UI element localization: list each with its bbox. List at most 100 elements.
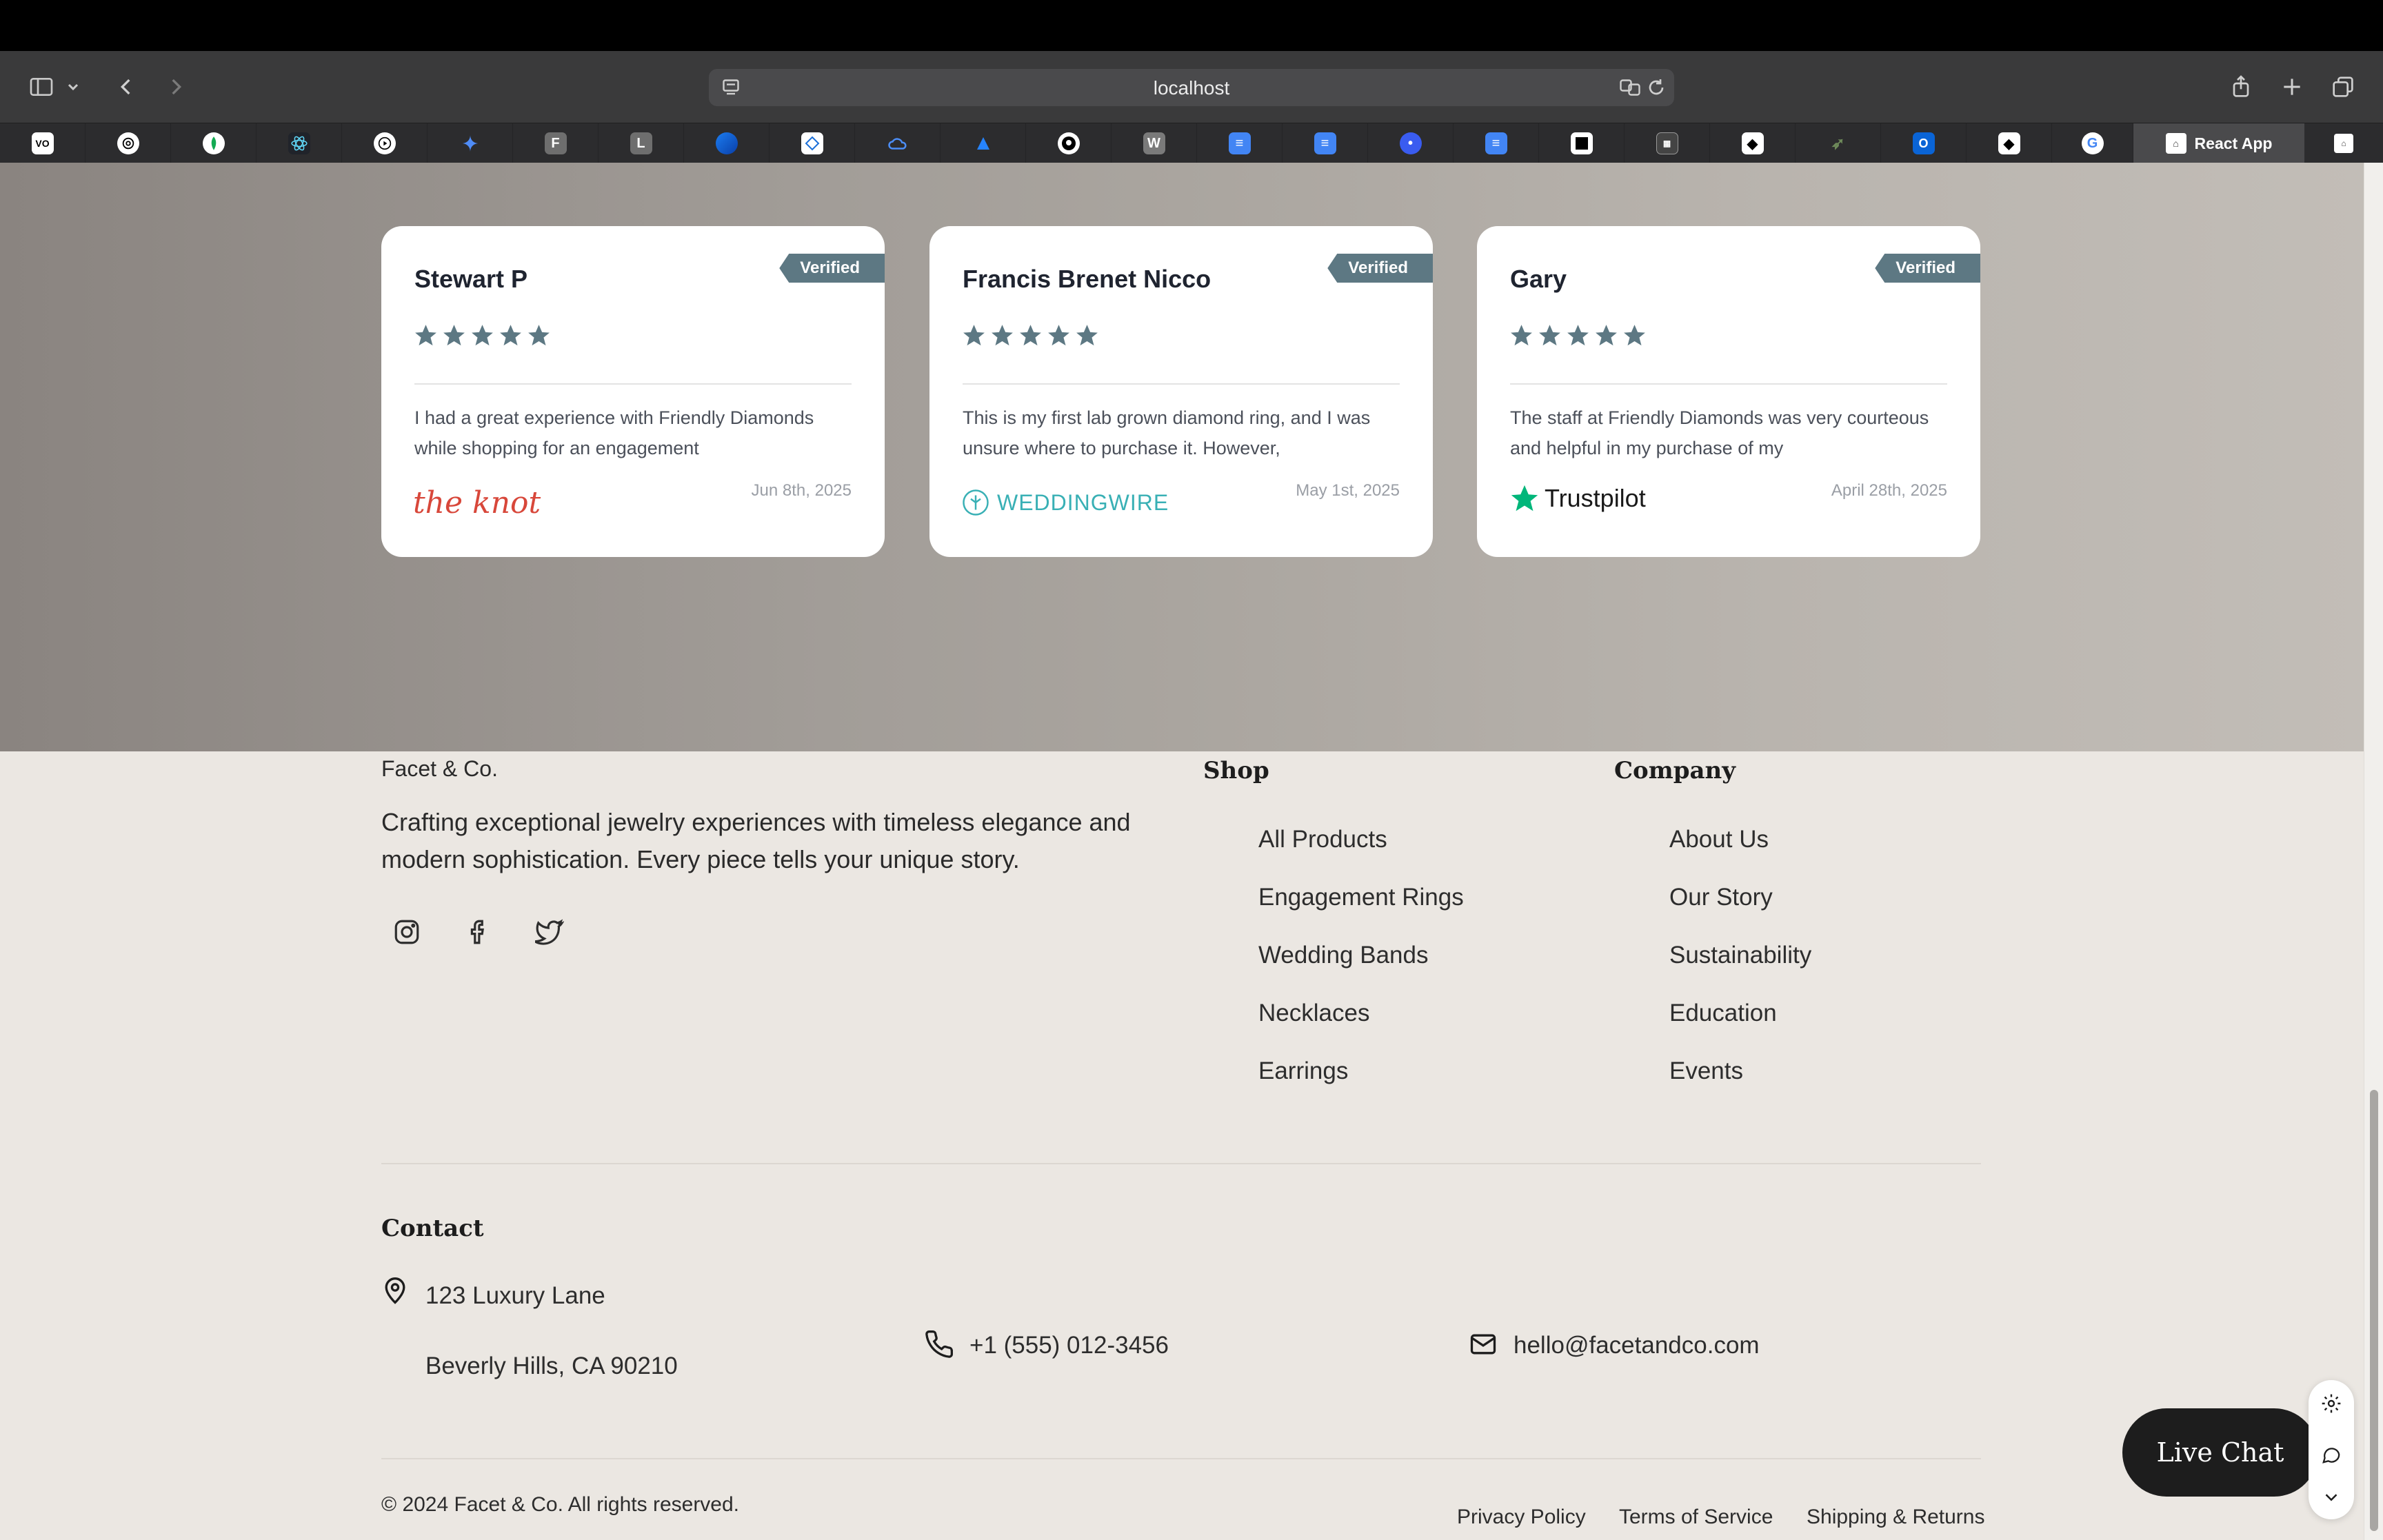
pinned-tab[interactable] bbox=[342, 123, 428, 163]
star-icon bbox=[1048, 325, 1069, 346]
contact-heading: Contact bbox=[381, 1215, 484, 1242]
back-icon[interactable] bbox=[108, 68, 146, 106]
footer-link-about-us[interactable]: About Us bbox=[1669, 826, 1769, 853]
company-heading: Company bbox=[1614, 757, 1736, 784]
star-icon bbox=[472, 325, 493, 346]
tab-overview-icon[interactable] bbox=[2324, 68, 2362, 106]
footer-link-earrings[interactable]: Earrings bbox=[1258, 1057, 1348, 1085]
pinned-tab[interactable] bbox=[171, 123, 257, 163]
footer-link-sustainability[interactable]: Sustainability bbox=[1669, 942, 1811, 969]
footer-link-events[interactable]: Events bbox=[1669, 1057, 1743, 1085]
pinned-tab[interactable]: • bbox=[1368, 123, 1454, 163]
pinned-tab[interactable] bbox=[684, 123, 770, 163]
review-card[interactable]: Stewart P Verified I had a great experie… bbox=[381, 226, 885, 557]
chat-bubble-icon[interactable] bbox=[2317, 1441, 2345, 1468]
pinned-tab[interactable] bbox=[941, 123, 1026, 163]
reviewer-name: Francis Brenet Nicco bbox=[963, 265, 1211, 293]
pinned-tab[interactable]: ▦ bbox=[1625, 123, 1710, 163]
star-icon bbox=[1020, 325, 1041, 346]
twitter-icon[interactable] bbox=[532, 914, 567, 950]
mongodb-favicon-icon bbox=[202, 132, 225, 154]
footer-link-all-products[interactable]: All Products bbox=[1258, 826, 1387, 853]
phone-icon bbox=[925, 1330, 953, 1358]
pinned-tab[interactable]: O bbox=[1881, 123, 1967, 163]
review-date: May 1st, 2025 bbox=[1296, 481, 1400, 500]
rating-stars bbox=[1509, 323, 1647, 348]
footer-link-our-story[interactable]: Our Story bbox=[1669, 884, 1773, 911]
openai-favicon-icon bbox=[117, 132, 139, 154]
pinned-tab[interactable]: L bbox=[599, 123, 684, 163]
f-favicon-icon: F bbox=[544, 132, 567, 154]
chevron-down-icon[interactable] bbox=[2317, 1483, 2345, 1511]
review-card[interactable]: Gary Verified The staff at Friendly Diam… bbox=[1477, 226, 1980, 557]
contact-email[interactable]: hello@facetandco.com bbox=[1514, 1332, 1760, 1359]
pinned-tab[interactable] bbox=[1539, 123, 1625, 163]
pinned-tab[interactable]: G bbox=[2052, 123, 2133, 163]
footer-link-education[interactable]: Education bbox=[1669, 1000, 1777, 1027]
pinned-tab[interactable]: ≡ bbox=[1454, 123, 1539, 163]
w-favicon-icon: W bbox=[1143, 132, 1165, 154]
pinned-tab[interactable]: ➶ bbox=[1796, 123, 1881, 163]
verified-badge: Verified bbox=[779, 254, 885, 283]
pinned-tab[interactable]: ≡ bbox=[1283, 123, 1368, 163]
browser-toolbar: localhost bbox=[0, 51, 2383, 123]
edge-favicon-icon bbox=[715, 132, 738, 154]
translate-icon[interactable] bbox=[1618, 75, 1642, 100]
reload-icon[interactable] bbox=[1644, 75, 1669, 100]
cloud-favicon-icon bbox=[887, 132, 909, 154]
play-favicon-icon bbox=[373, 132, 396, 154]
footer-link-engagement-rings[interactable]: Engagement Rings bbox=[1258, 884, 1464, 911]
footer-link-necklaces[interactable]: Necklaces bbox=[1258, 1000, 1369, 1027]
pinned-tab[interactable]: ≡ bbox=[1197, 123, 1283, 163]
star-icon bbox=[992, 325, 1013, 346]
star-icon bbox=[963, 325, 985, 346]
map-pin-icon bbox=[385, 1277, 405, 1304]
address-line-1: 123 Luxury Lane bbox=[425, 1282, 605, 1309]
pinned-tab[interactable]: ◆ bbox=[1967, 123, 2052, 163]
menu-bar bbox=[0, 0, 2383, 51]
terms-of-service-link[interactable]: Terms of Service bbox=[1619, 1506, 1773, 1529]
pinned-tab[interactable] bbox=[257, 123, 342, 163]
footer-brand: Facet & Co. bbox=[381, 756, 498, 781]
tab-extra[interactable]: ⌂ bbox=[2304, 123, 2383, 163]
settings-gear-icon[interactable] bbox=[2317, 1390, 2345, 1417]
shipping-returns-link[interactable]: Shipping & Returns bbox=[1807, 1506, 1985, 1529]
tab-bar: VO F L W ≡ ≡ • ≡ ▦ ◆ ➶ O ◆ G ⌂ React App… bbox=[0, 123, 2383, 163]
pinned-tab[interactable] bbox=[1026, 123, 1112, 163]
card-divider bbox=[1510, 383, 1947, 385]
google-favicon-icon: G bbox=[2081, 132, 2104, 154]
pinned-tab[interactable]: VO bbox=[0, 123, 86, 163]
footer-divider bbox=[381, 1163, 1981, 1164]
new-tab-icon[interactable] bbox=[2273, 68, 2311, 106]
pinned-tab[interactable]: ◆ bbox=[1710, 123, 1796, 163]
pinned-tab[interactable]: W bbox=[1112, 123, 1197, 163]
pinned-tab[interactable] bbox=[428, 123, 513, 163]
tab-react-app[interactable]: ⌂ React App bbox=[2133, 123, 2304, 163]
address-bar[interactable]: localhost bbox=[709, 69, 1674, 106]
pinned-tab[interactable]: F bbox=[513, 123, 599, 163]
chevron-down-icon[interactable] bbox=[61, 68, 86, 106]
page-favicon-icon: ⌂ bbox=[2334, 134, 2353, 153]
floating-tools bbox=[2309, 1380, 2354, 1519]
facebook-icon[interactable] bbox=[461, 914, 496, 950]
contact-phone[interactable]: +1 (555) 012-3456 bbox=[969, 1332, 1169, 1359]
scrollbar-thumb[interactable] bbox=[2370, 1090, 2378, 1531]
docs-favicon-icon: ≡ bbox=[1485, 132, 1507, 154]
star-icon bbox=[1539, 325, 1560, 346]
share-icon[interactable] bbox=[2222, 68, 2260, 106]
live-chat-button[interactable]: Live Chat bbox=[2122, 1408, 2318, 1497]
footer-link-wedding-bands[interactable]: Wedding Bands bbox=[1258, 942, 1428, 969]
instagram-icon[interactable] bbox=[389, 914, 425, 950]
pinned-tab[interactable] bbox=[855, 123, 941, 163]
forward-icon[interactable] bbox=[156, 68, 194, 106]
notion-favicon-icon: ◆ bbox=[1741, 132, 1764, 154]
pinned-tab[interactable] bbox=[770, 123, 855, 163]
l-favicon-icon: L bbox=[630, 132, 652, 154]
sidebar-toggle-icon[interactable] bbox=[22, 68, 61, 106]
bird-favicon-icon: ➶ bbox=[1831, 134, 1845, 153]
pinned-tab[interactable] bbox=[86, 123, 171, 163]
privacy-policy-link[interactable]: Privacy Policy bbox=[1457, 1506, 1586, 1529]
review-card[interactable]: Francis Brenet Nicco Verified This is my… bbox=[929, 226, 1433, 557]
page-scrollbar[interactable] bbox=[2364, 163, 2383, 1540]
rating-stars bbox=[413, 323, 552, 348]
